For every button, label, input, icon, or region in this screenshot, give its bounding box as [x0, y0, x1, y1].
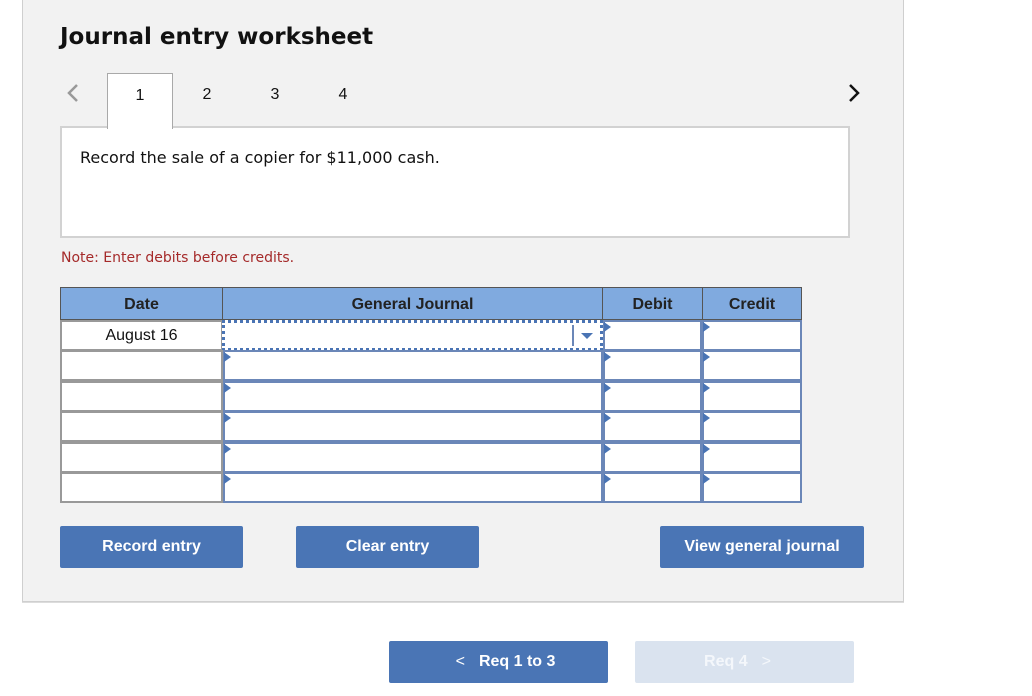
date-cell — [60, 442, 223, 473]
next-transaction-button[interactable] — [842, 80, 866, 106]
tab-3[interactable]: 3 — [242, 73, 308, 127]
account-input[interactable] — [223, 350, 603, 381]
chevron-left-icon: < — [455, 653, 465, 670]
credit-input[interactable] — [702, 381, 802, 412]
next-requirement-label: Req 4 — [704, 653, 748, 670]
account-dropdown[interactable] — [222, 320, 603, 351]
chevron-right-icon — [849, 84, 860, 102]
prev-transaction-button[interactable] — [62, 80, 86, 106]
table-row — [60, 381, 802, 412]
clear-entry-button[interactable]: Clear entry — [296, 526, 479, 568]
view-general-journal-button[interactable]: View general journal — [660, 526, 864, 568]
account-input[interactable] — [223, 442, 603, 473]
credit-input[interactable] — [702, 350, 802, 381]
credit-input[interactable] — [702, 442, 802, 473]
chevron-right-icon: > — [761, 653, 771, 670]
tab-4[interactable]: 4 — [310, 73, 376, 127]
debit-input[interactable] — [603, 442, 702, 473]
question-box: Record the sale of a copier for $11,000 … — [60, 126, 850, 238]
debit-input[interactable] — [603, 411, 702, 442]
table-row — [60, 350, 802, 381]
dropdown-arrow-icon[interactable] — [581, 333, 593, 339]
header-general-journal: General Journal — [222, 287, 603, 320]
header-credit: Credit — [702, 287, 802, 320]
date-cell — [60, 472, 223, 503]
debit-input[interactable] — [603, 350, 702, 381]
credit-input[interactable] — [702, 320, 802, 351]
question-text: Record the sale of a copier for $11,000 … — [80, 148, 440, 167]
date-cell — [60, 381, 223, 412]
date-cell: August 16 — [60, 320, 223, 351]
date-cell — [60, 411, 223, 442]
credit-input[interactable] — [702, 411, 802, 442]
debit-input[interactable] — [603, 472, 702, 503]
table-row: August 16 — [60, 320, 802, 351]
header-debit: Debit — [602, 287, 703, 320]
note-text: Note: Enter debits before credits. — [61, 250, 295, 266]
credit-input[interactable] — [702, 472, 802, 503]
chevron-left-icon — [67, 84, 78, 102]
debit-input[interactable] — [603, 381, 702, 412]
tab-2[interactable]: 2 — [174, 73, 240, 127]
table-row — [60, 411, 802, 442]
account-input[interactable] — [223, 381, 603, 412]
table-row — [60, 442, 802, 473]
header-date: Date — [60, 287, 223, 320]
tab-1[interactable]: 1 — [107, 73, 173, 129]
account-input[interactable] — [223, 472, 603, 503]
record-entry-button[interactable]: Record entry — [60, 526, 243, 568]
table-row — [60, 472, 802, 503]
prev-requirement-button[interactable]: < Req 1 to 3 — [389, 641, 608, 683]
prev-requirement-label: Req 1 to 3 — [478, 653, 556, 670]
dropdown-separator — [572, 325, 574, 346]
worksheet-title: Journal entry worksheet — [60, 24, 374, 50]
account-input[interactable] — [223, 411, 603, 442]
debit-input[interactable] — [603, 320, 702, 351]
next-requirement-button[interactable]: Req 4 > — [635, 641, 854, 683]
date-cell — [60, 350, 223, 381]
